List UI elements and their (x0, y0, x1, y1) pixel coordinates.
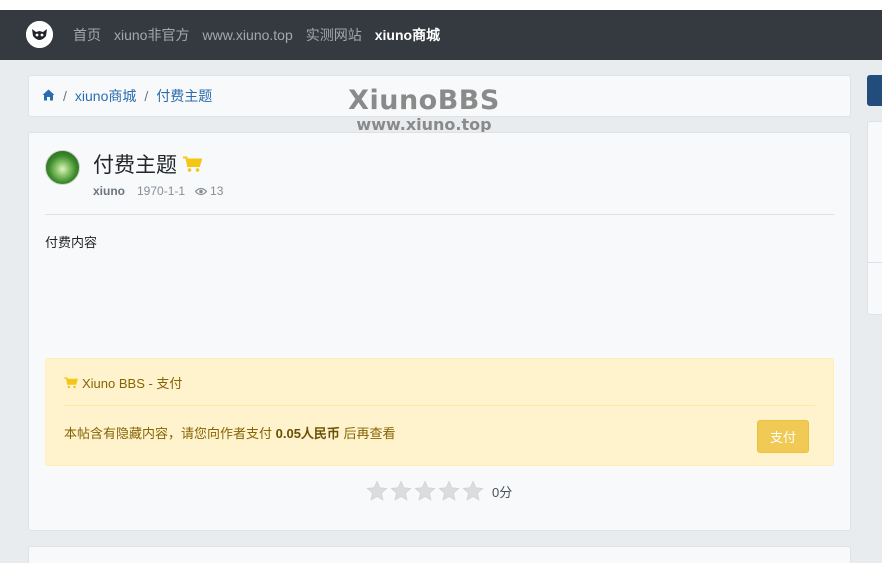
breadcrumb: / xiuno商城 / 付费主题 (28, 75, 851, 117)
star-icon[interactable] (366, 480, 388, 502)
post-title-text: 付费主题 (93, 154, 177, 177)
site-logo[interactable] (26, 21, 53, 48)
payment-box: Xiuno BBS - 支付 本帖含有隐藏内容，请您向作者支付 0.05人民币 … (45, 358, 834, 466)
nav-link-xiuno-shop[interactable]: xiuno商城 (375, 25, 440, 45)
pay-button[interactable]: 支付 (757, 420, 809, 453)
sidebar-button[interactable] (867, 75, 882, 106)
author-link[interactable]: xiuno (93, 184, 125, 198)
breadcrumb-separator: / (63, 88, 67, 104)
nav-link-home[interactable]: 首页 (73, 25, 101, 45)
rating-stars (366, 480, 486, 502)
payment-text-after: 后再查看 (339, 426, 396, 441)
rating: 0分 (366, 480, 512, 502)
post-title: 付费主题 (93, 149, 202, 179)
sidebar-card (867, 121, 882, 315)
nav-link-test-site[interactable]: 实测网站 (306, 25, 362, 45)
breadcrumb-item-forum[interactable]: xiuno商城 (75, 86, 136, 106)
top-strip (0, 0, 882, 10)
rating-score: 0分 (492, 484, 513, 500)
post-meta: xiuno 1970-1-1 13 (93, 184, 223, 198)
breadcrumb-item-current[interactable]: 付费主题 (156, 86, 212, 106)
logo-mascot-icon (26, 21, 53, 48)
reply-card (28, 546, 851, 563)
star-icon[interactable] (414, 480, 436, 502)
navbar: 首页 xiuno非官方 www.xiuno.top 实测网站 xiuno商城 (0, 10, 882, 60)
nav-links: 首页 xiuno非官方 www.xiuno.top 实测网站 xiuno商城 (73, 10, 453, 60)
view-count: 13 (210, 184, 224, 198)
star-icon[interactable] (462, 480, 484, 502)
star-icon[interactable] (390, 480, 412, 502)
star-icon[interactable] (438, 480, 460, 502)
payment-message: 本帖含有隐藏内容，请您向作者支付 0.05人民币 后再查看 (64, 423, 396, 442)
nav-link-xiuno-top[interactable]: www.xiuno.top (202, 27, 292, 43)
shopping-cart-icon (64, 376, 78, 388)
post-body: 付费内容 (45, 235, 98, 250)
eye-icon (195, 187, 208, 195)
payment-header-text: Xiuno BBS - 支付 (82, 376, 183, 391)
payment-header: Xiuno BBS - 支付 (64, 373, 182, 392)
nav-link-xiuno-unofficial[interactable]: xiuno非官方 (114, 25, 189, 45)
payment-divider (64, 405, 815, 406)
sidebar-divider (868, 262, 882, 263)
shopping-cart-icon (183, 156, 202, 172)
post-views: 13 (195, 184, 223, 198)
breadcrumb-separator: / (144, 88, 149, 104)
divider (45, 214, 834, 215)
home-icon[interactable] (42, 88, 55, 104)
avatar[interactable] (45, 150, 80, 185)
post-card: 付费主题 xiuno 1970-1-1 13 付费内容 Xiuno BBS - … (28, 132, 851, 531)
payment-amount: 0.05人民币 (275, 426, 340, 441)
post-date: 1970-1-1 (137, 184, 186, 198)
payment-text-before: 本帖含有隐藏内容，请您向作者支付 (64, 426, 276, 441)
